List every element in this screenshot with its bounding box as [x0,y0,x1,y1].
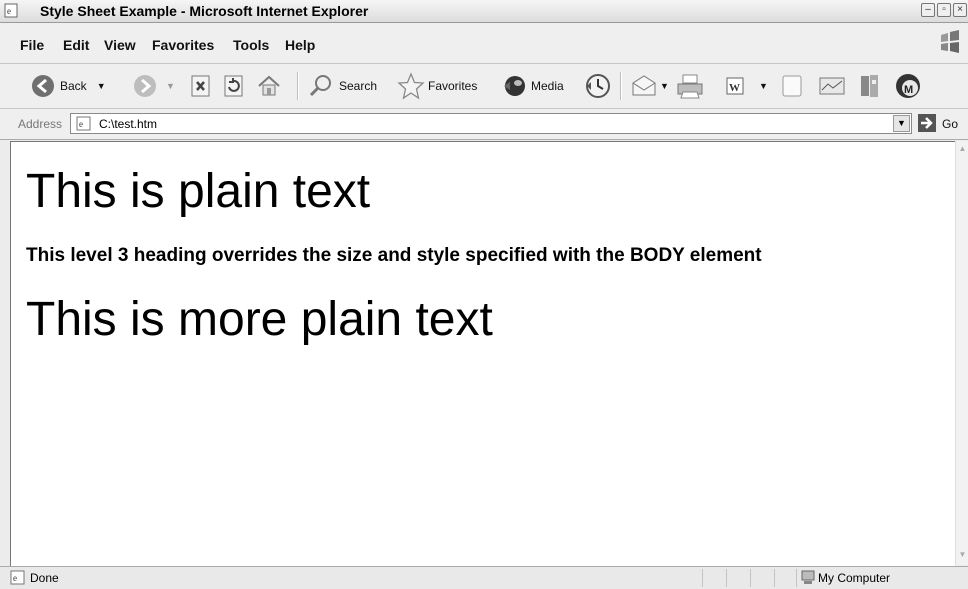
edit-word-icon: W [726,77,744,95]
toolbar-separator [297,72,299,100]
status-text: Done [30,571,59,585]
menu-file[interactable]: File [20,37,44,53]
favorites-star-icon [397,72,425,100]
edit-button[interactable]: W ▼ [725,71,768,101]
discuss-icon [782,75,802,97]
vertical-scrollbar[interactable]: ▲ ▼ [955,141,968,565]
ie-page-icon: e [4,3,18,18]
back-button[interactable]: Back ▼ [30,71,106,101]
minimize-button[interactable]: – [921,3,935,17]
security-zone: My Computer [818,571,891,585]
title-bar: e Style Sheet Example - Microsoft Intern… [0,0,968,23]
address-dropdown-icon[interactable]: ▼ [893,115,910,132]
address-input[interactable]: e C:\test.htm ▼ [70,113,912,134]
status-cell [750,569,751,587]
media-label: Media [531,79,564,93]
media-button[interactable]: Media [500,71,564,101]
go-button[interactable]: Go [942,117,958,131]
my-computer-icon [801,570,815,584]
stop-button[interactable] [190,71,212,101]
back-label: Back [60,79,87,93]
home-icon [258,75,280,96]
page-content: This is plain text This level 3 heading … [10,141,955,566]
status-bar: e Done My Computer [0,566,968,589]
research-icon [861,75,878,97]
address-bar: Address e C:\test.htm ▼ Go [0,109,968,140]
status-cell [702,569,703,587]
history-icon [586,74,610,98]
status-cell [726,569,727,587]
research-button[interactable] [858,71,884,101]
mail-icon [632,75,656,96]
print-icon [677,74,703,99]
search-icon [309,75,331,97]
messenger-m-button[interactable]: M [893,71,923,101]
more-plain-text: This is more plain text [26,293,493,346]
status-cell [796,569,797,587]
address-label: Address [18,117,63,131]
history-button[interactable] [584,71,612,101]
back-arrow-icon [32,75,54,97]
home-button[interactable] [256,71,282,101]
go-arrow-icon[interactable] [918,114,936,132]
standard-toolbar: Back ▼ ▼ Search Favorites Media ▼ W ▼ M [0,64,968,109]
mail-dropdown-icon[interactable]: ▼ [660,81,669,91]
scroll-down-icon[interactable]: ▼ [957,550,968,562]
back-dropdown-icon[interactable]: ▼ [97,81,106,91]
search-label: Search [339,79,378,93]
ie-page-icon: e [76,116,91,131]
svg-text:W: W [729,82,740,94]
messenger-button[interactable] [818,71,846,101]
maximize-button[interactable]: ▫ [937,3,951,17]
level3-heading: This level 3 heading overrides the size … [26,245,762,266]
forward-button[interactable]: ▼ [132,71,175,101]
window-title: Style Sheet Example - Microsoft Internet… [40,3,369,19]
messenger-icon [819,77,845,95]
forward-dropdown-icon[interactable]: ▼ [166,81,175,91]
ie-page-icon: e [10,570,25,585]
scroll-up-icon[interactable]: ▲ [957,144,968,156]
browser-window: e Style Sheet Example - Microsoft Intern… [0,0,968,589]
menu-view[interactable]: View [104,37,136,53]
print-button[interactable] [675,71,705,101]
messenger-m-icon: M [896,74,920,98]
menu-bar: File Edit View Favorites Tools Help [0,23,968,64]
refresh-icon [224,75,243,97]
svg-text:M: M [904,84,913,96]
address-url: C:\test.htm [99,117,158,131]
favorites-label: Favorites [428,79,478,93]
plain-text: This is plain text [26,165,371,218]
menu-tools[interactable]: Tools [233,37,269,53]
edit-dropdown-icon[interactable]: ▼ [759,81,768,91]
discuss-button[interactable] [780,71,804,101]
svg-text:e: e [79,119,83,129]
stop-icon [191,75,210,97]
svg-text:e: e [13,573,17,583]
refresh-button[interactable] [223,71,245,101]
menu-help[interactable]: Help [285,37,315,53]
forward-arrow-icon [134,75,156,97]
close-button[interactable]: × [953,3,967,17]
favorites-button[interactable]: Favorites [397,71,477,101]
menu-edit[interactable]: Edit [63,37,89,53]
svg-text:e: e [7,6,11,16]
status-cell [774,569,775,587]
windows-logo-icon [941,30,959,53]
mail-button[interactable]: ▼ [630,71,669,101]
menu-favorites[interactable]: Favorites [152,37,214,53]
search-button[interactable]: Search [307,71,377,101]
media-icon [504,76,525,96]
toolbar-separator [620,72,622,100]
